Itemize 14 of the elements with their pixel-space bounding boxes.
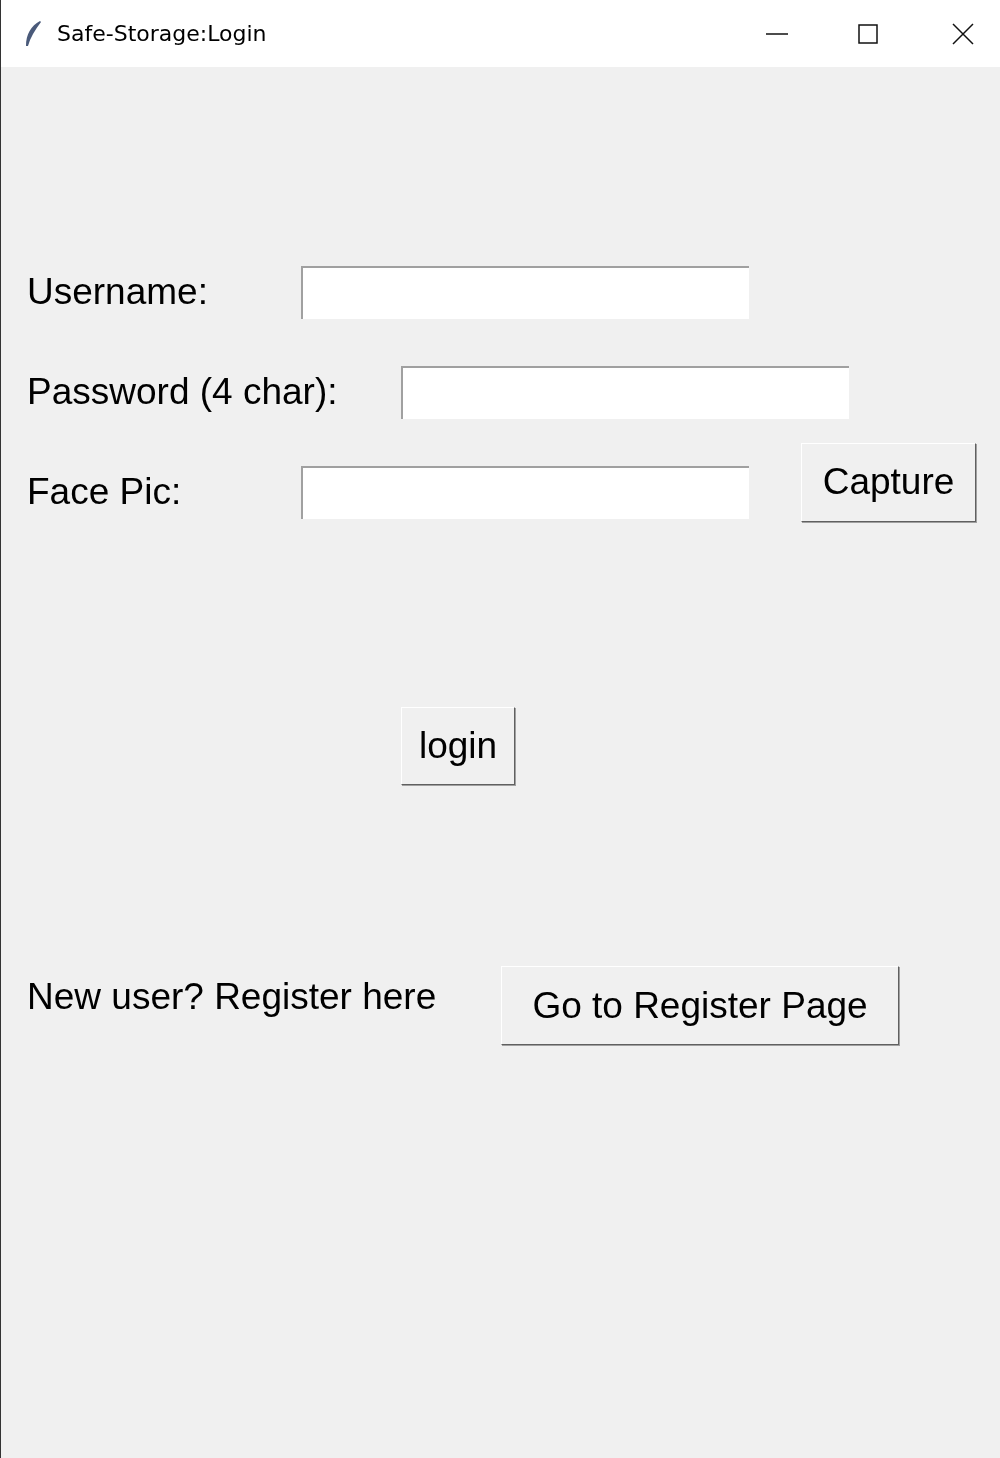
- field-label: Username:: [27, 270, 209, 315]
- field-label: Face Pic:: [27, 470, 183, 515]
- register-page-button[interactable]: Go to Register Page: [501, 966, 899, 1045]
- window-title: Safe-Storage:Login: [57, 20, 267, 48]
- feather-icon: [23, 19, 43, 48]
- field-label: Password (4 char):: [27, 370, 339, 415]
- input-field[interactable]: [301, 265, 749, 319]
- input-field[interactable]: [301, 465, 749, 519]
- register-prompt: New user? Register here: [27, 974, 438, 1019]
- input-field[interactable]: [401, 365, 849, 419]
- close-icon[interactable]: [952, 22, 974, 45]
- capture-button[interactable]: Capture: [801, 442, 976, 522]
- maximize-icon[interactable]: [858, 23, 878, 44]
- login-button[interactable]: login: [401, 707, 515, 785]
